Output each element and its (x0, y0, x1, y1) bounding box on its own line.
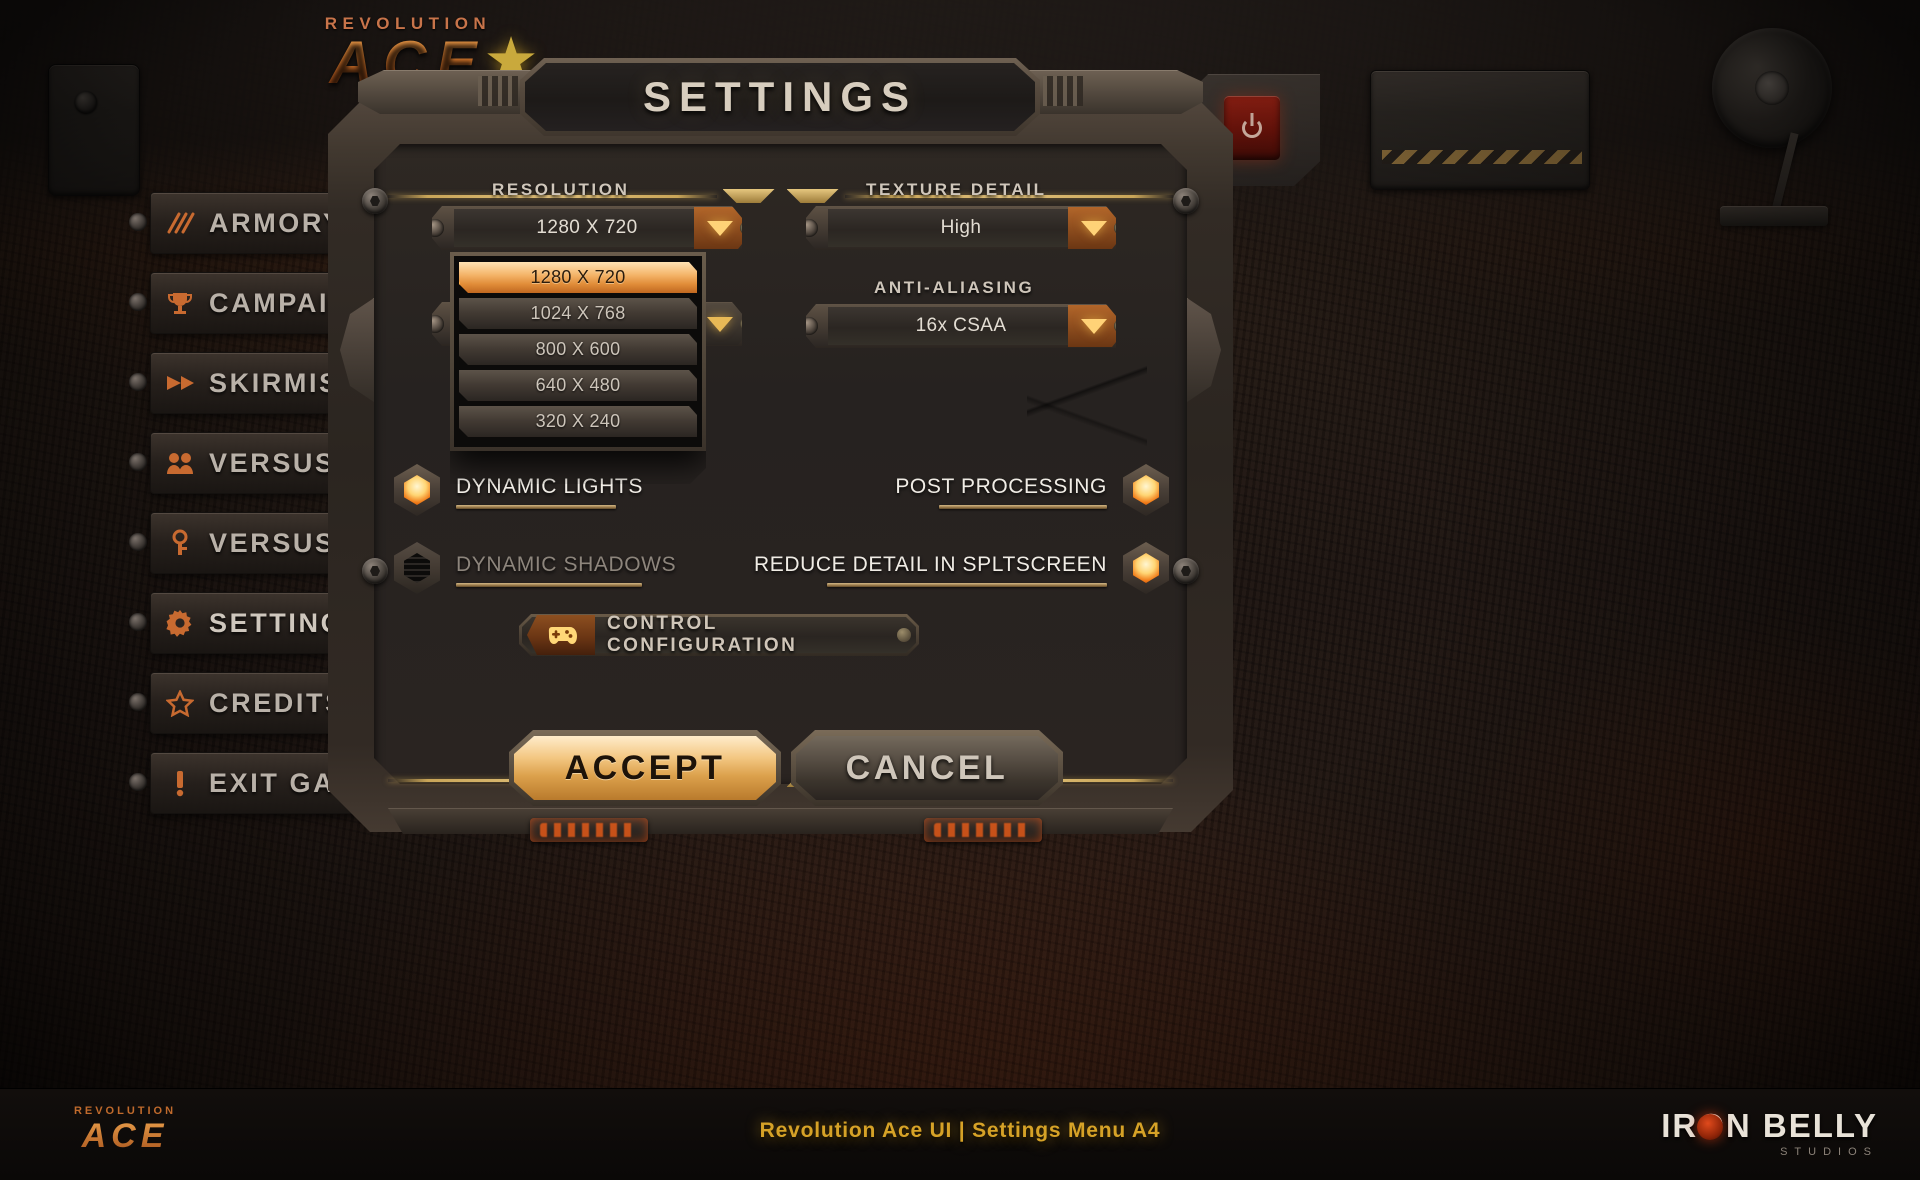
toggle-dynamic-lights[interactable]: DYNAMIC LIGHTS (394, 464, 643, 516)
vent-left-decoration (530, 818, 648, 842)
arrow-bolt (1114, 319, 1116, 333)
resolution-dropdown-list[interactable]: 1280 X 720 1024 X 768 800 X 600 640 X 48… (450, 252, 706, 451)
studio-logo: IRON BELLY STUDIOS (1661, 1107, 1878, 1158)
chevron-down-icon (707, 316, 733, 332)
exclamation-icon (151, 769, 209, 797)
toggle-underline (456, 505, 616, 509)
footer-caption: Revolution Ace UI | Settings Menu A4 (759, 1119, 1161, 1142)
title-arm-right (1013, 70, 1203, 114)
slash-marks-icon (151, 210, 209, 236)
select-knob-icon (806, 208, 828, 248)
footer-bar: REVOLUTION ACE Revolution Ace UI | Setti… (0, 1088, 1920, 1180)
checkbox-reduce-detail[interactable] (1123, 542, 1169, 594)
menu-item-label: ARMORY (209, 207, 344, 238)
title-grip-left (478, 76, 518, 106)
menu-item-label: VERSUS (209, 447, 336, 478)
dropdown-option[interactable]: 1280 X 720 (459, 262, 697, 293)
toggle-label: DYNAMIC LIGHTS (456, 475, 643, 498)
dropdown-option[interactable]: 800 X 600 (459, 334, 697, 365)
studio-name: IRON BELLY (1661, 1107, 1878, 1144)
arrow-bolt (1114, 221, 1116, 235)
resolution-select-value: 1280 X 720 (435, 209, 739, 247)
trophy-icon (151, 290, 209, 316)
texture-detail-label: TEXTURE DETAIL (866, 180, 1047, 199)
select-knob-icon (806, 306, 828, 346)
checkbox-dynamic-shadows[interactable] (394, 542, 440, 594)
anti-aliasing-value: 16x CSAA (809, 307, 1113, 345)
checkbox-pip-icon (1133, 475, 1159, 505)
page-title: SETTINGS (642, 73, 918, 120)
toggle-reduce-detail[interactable]: REDUCE DETAIL IN SPLTSCREEN (754, 542, 1169, 594)
resolution-label: RESOLUTION (492, 180, 630, 199)
dialog-title-bar: SETTINGS (520, 58, 1040, 136)
toggle-post-processing[interactable]: POST PROCESSING (895, 464, 1169, 516)
select-knob-icon (432, 304, 454, 344)
anti-aliasing-dropdown-arrow[interactable] (1068, 305, 1116, 347)
chevron-down-icon (707, 220, 733, 236)
control-config-bolt (897, 628, 911, 642)
anti-aliasing-select[interactable]: 16x CSAA (806, 304, 1116, 348)
arrow-forward-icon (151, 372, 209, 394)
arrow-bolt (740, 221, 742, 235)
toggle-underline (939, 505, 1107, 509)
bolt-bottom-right (1173, 558, 1199, 584)
texture-detail-dropdown-arrow[interactable] (1068, 207, 1116, 249)
bolt-top-right (1173, 188, 1199, 214)
resolution-select[interactable]: 1280 X 720 (432, 206, 742, 250)
two-people-icon (151, 451, 209, 475)
toggle-label: DYNAMIC SHADOWS (456, 553, 677, 576)
settings-content: RESOLUTION 1280 X 720 1280 X 720 1024 X … (374, 144, 1187, 784)
select-knob-icon (432, 208, 454, 248)
toggle-underline (456, 583, 642, 587)
menu-item-label: CREDITS (209, 687, 346, 718)
checkbox-pip-icon (404, 553, 430, 583)
bolt-bottom-left (362, 558, 388, 584)
gamepad-icon (527, 615, 595, 655)
texture-detail-select[interactable]: High (806, 206, 1116, 250)
control-config-label: CONTROL CONFIGURATION (607, 613, 798, 656)
gear-icon (151, 609, 209, 637)
checkbox-pip-icon (1133, 553, 1159, 583)
texture-detail-value: High (809, 209, 1113, 247)
bolt-top-left (362, 188, 388, 214)
dropdown-option[interactable]: 1024 X 768 (459, 298, 697, 329)
arrow-bolt (740, 317, 742, 331)
chevron-down-icon (1081, 318, 1107, 334)
anti-aliasing-label: ANTI-ALIASING (874, 278, 1035, 297)
toggle-dynamic-shadows[interactable]: DYNAMIC SHADOWS (394, 542, 676, 594)
star-outline-icon (151, 689, 209, 717)
dialog-bottom-bar (388, 808, 1173, 834)
menu-item-label: VERSUS (209, 527, 336, 558)
title-grip-right (1043, 76, 1083, 106)
toggle-label: POST PROCESSING (895, 475, 1107, 498)
dropdown-option[interactable]: 320 X 240 (459, 406, 697, 437)
accept-button[interactable]: ACCEPT (514, 736, 776, 800)
resolution-dropdown-arrow[interactable] (694, 207, 742, 249)
key-icon (151, 529, 209, 557)
toggle-underline (827, 583, 1107, 587)
control-configuration-button[interactable]: CONTROL CONFIGURATION (519, 614, 919, 656)
checkbox-pip-icon (404, 475, 430, 505)
settings-dialog: SETTINGS RESOLUTION 1280 X 720 1280 X 72… (328, 48, 1233, 848)
checkbox-dynamic-lights[interactable] (394, 464, 440, 516)
cancel-button[interactable]: CANCEL (796, 736, 1058, 800)
vent-right-decoration (924, 818, 1042, 842)
toggle-label: REDUCE DETAIL IN SPLTSCREEN (753, 553, 1107, 576)
checkbox-post-processing[interactable] (1123, 464, 1169, 516)
footer-logo-revolution: REVOLUTION (73, 1105, 177, 1117)
studio-mark-icon (1697, 1114, 1724, 1140)
dropdown-inner: 1280 X 720 1024 X 768 800 X 600 640 X 48… (454, 256, 702, 447)
dropdown-option[interactable]: 640 X 480 (459, 370, 697, 401)
studio-subtitle: STUDIOS (1780, 1146, 1878, 1158)
chevron-down-icon (1081, 220, 1107, 236)
